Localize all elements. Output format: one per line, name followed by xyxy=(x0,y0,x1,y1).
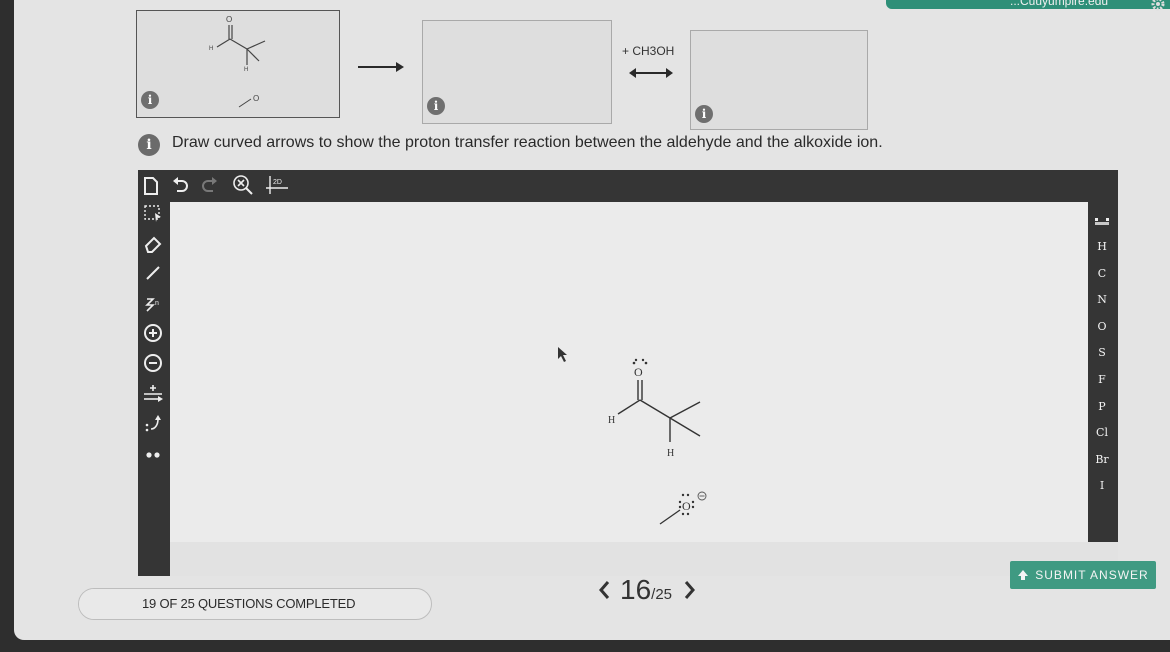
submit-answer-button[interactable]: SUBMIT ANSWER xyxy=(1010,561,1156,589)
alkoxide-oxygen-label: O xyxy=(682,499,691,513)
electron-transfer-icon[interactable] xyxy=(141,381,165,405)
mouse-cursor-icon xyxy=(558,347,567,362)
negative-charge-icon[interactable] xyxy=(141,351,165,375)
element-button-i[interactable]: I xyxy=(1092,479,1112,492)
reactant-box[interactable]: O H H O i xyxy=(136,10,340,118)
submit-answer-label: SUBMIT ANSWER xyxy=(1035,568,1149,582)
undo-icon[interactable] xyxy=(170,175,192,197)
element-button-br[interactable]: Br xyxy=(1092,453,1112,466)
element-button-s[interactable]: S xyxy=(1092,346,1112,359)
element-button-o[interactable]: O xyxy=(1092,320,1112,333)
select-tool-icon[interactable] xyxy=(141,201,165,225)
reactant-structure: O H H O xyxy=(209,15,266,108)
info-icon[interactable]: i xyxy=(695,105,713,123)
previous-question-icon[interactable] xyxy=(596,578,612,602)
svg-text:O: O xyxy=(253,94,259,103)
next-question-icon[interactable] xyxy=(682,578,698,602)
intermediate-box[interactable]: i xyxy=(422,20,612,124)
element-button-n[interactable]: N xyxy=(1092,293,1112,306)
current-question-number: 16 xyxy=(620,574,652,605)
svg-text:O: O xyxy=(226,15,232,24)
site-link[interactable]: ...Cuuyumpire.edu xyxy=(1010,0,1108,8)
element-button-c[interactable]: C xyxy=(1092,267,1112,280)
prompt-info-icon[interactable]: i xyxy=(138,134,160,156)
chain-tool-icon[interactable]: n xyxy=(141,291,165,315)
element-button-h[interactable]: H xyxy=(1092,240,1112,253)
svg-text:n: n xyxy=(155,300,159,307)
reagent-label: + CH3OH xyxy=(622,44,675,58)
element-button-f[interactable]: F xyxy=(1092,373,1112,386)
lone-pair-icon[interactable] xyxy=(141,441,165,465)
zoom-clear-icon[interactable] xyxy=(232,174,254,196)
question-prompt: Draw curved arrows to show the proton tr… xyxy=(172,134,883,151)
new-document-icon[interactable] xyxy=(140,175,162,197)
alkoxide-structure[interactable]: O xyxy=(656,486,726,530)
aldehyde-hydrogen-label: H xyxy=(608,415,615,426)
submit-icon xyxy=(1018,570,1029,580)
info-icon[interactable]: i xyxy=(141,91,159,109)
eraser-icon[interactable] xyxy=(141,231,165,255)
reaction-arrow-icon xyxy=(358,62,404,72)
element-button-p[interactable]: P xyxy=(1092,400,1112,413)
aldehyde-structure[interactable]: O H H xyxy=(596,356,716,466)
svg-text:H: H xyxy=(244,67,248,73)
single-bond-icon[interactable] xyxy=(141,261,165,285)
equilibrium-arrow-icon xyxy=(629,68,673,78)
redo-icon[interactable] xyxy=(198,175,220,197)
canvas-footer xyxy=(170,542,1118,576)
element-button-cl[interactable]: Cl xyxy=(1092,426,1112,439)
product-box[interactable]: i xyxy=(690,30,868,130)
progress-text: 19 OF 25 QUESTIONS COMPLETED xyxy=(142,596,356,611)
carbonyl-oxygen-label: O xyxy=(634,365,643,379)
svg-text:H: H xyxy=(209,46,213,52)
alpha-hydrogen-label: H xyxy=(667,448,674,459)
periodic-table-icon[interactable] xyxy=(1092,216,1112,230)
positive-charge-icon[interactable] xyxy=(141,321,165,345)
gear-icon[interactable] xyxy=(1150,0,1166,12)
curved-arrow-icon[interactable] xyxy=(141,411,165,435)
question-pager: 16 /25 xyxy=(596,574,698,606)
view-2d-button[interactable]: 2D xyxy=(264,174,290,196)
view-2d-label: 2D xyxy=(273,179,282,186)
total-questions: /25 xyxy=(651,586,673,603)
info-icon[interactable]: i xyxy=(427,97,445,115)
